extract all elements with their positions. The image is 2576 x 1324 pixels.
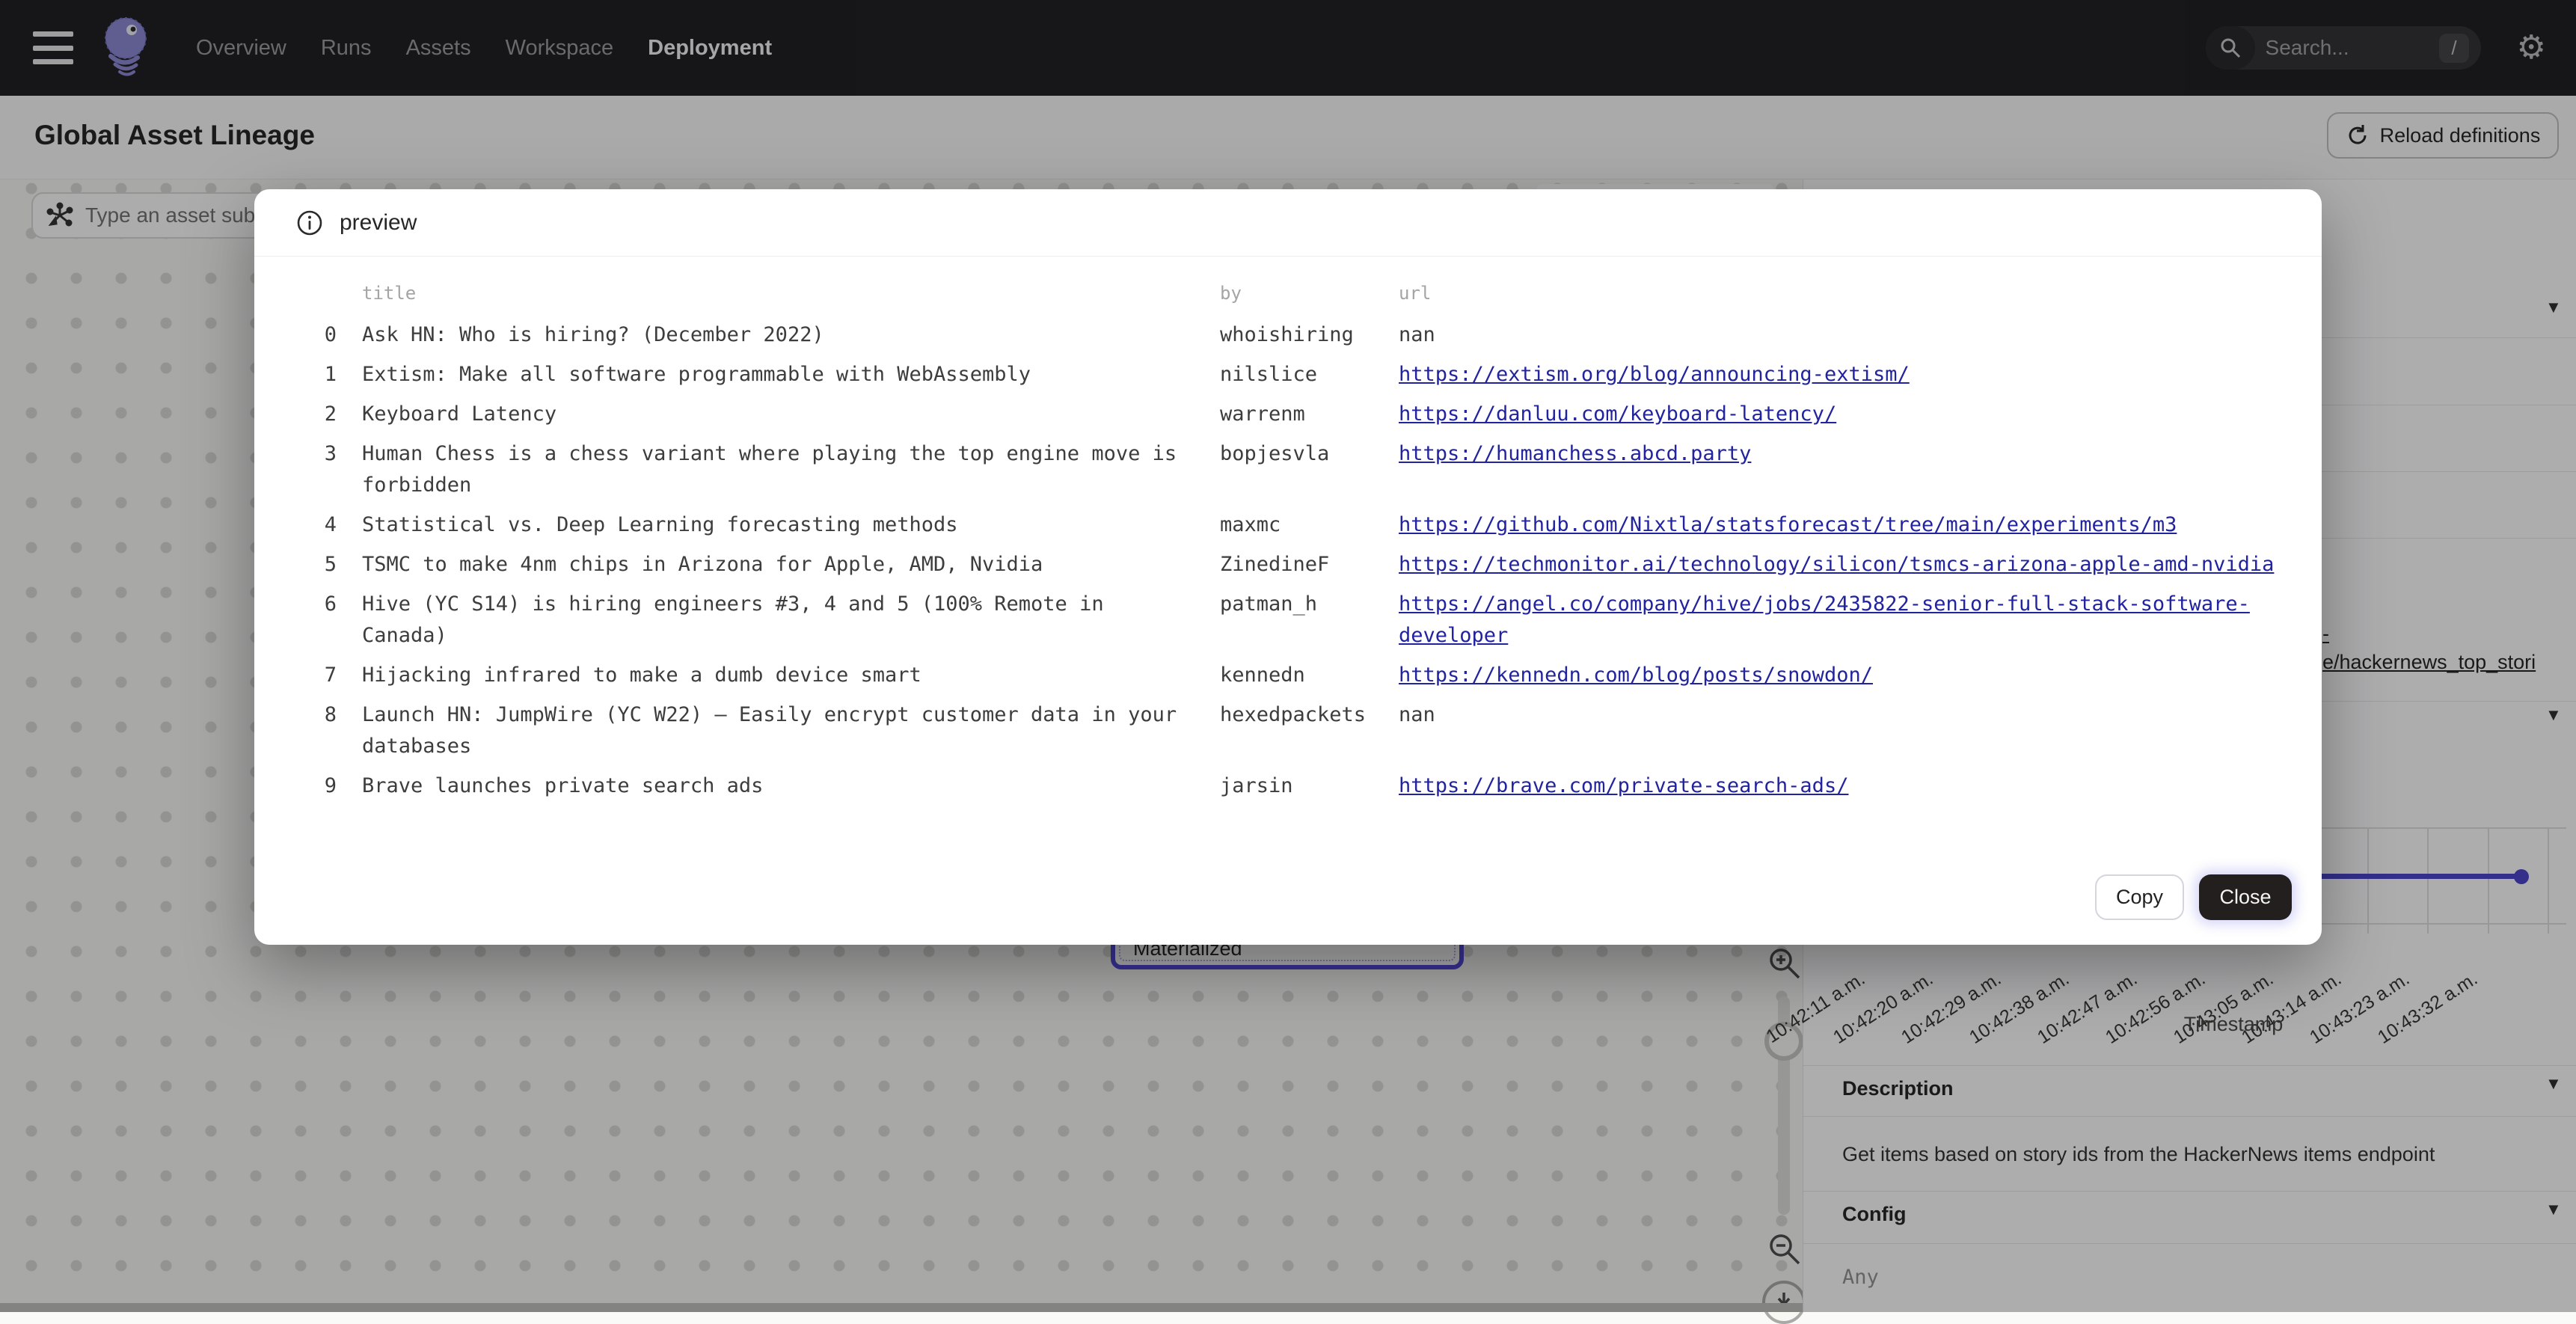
url-link[interactable]: https://techmonitor.ai/technology/silico… xyxy=(1399,553,2274,576)
preview-dialog-header: preview xyxy=(254,189,2322,257)
cell-url: nan xyxy=(1399,319,2319,351)
row-index: 0 xyxy=(281,319,337,351)
cell-title: TSMC to make 4nm chips in Arizona for Ap… xyxy=(362,549,1195,580)
row-index: 3 xyxy=(281,438,337,501)
table-row: 4 Statistical vs. Deep Learning forecasti… xyxy=(254,509,2322,541)
cell-by: bopjesvla xyxy=(1220,438,1373,501)
cell-by: warrenm xyxy=(1220,399,1373,430)
cell-by: nilslice xyxy=(1220,359,1373,390)
cell-title: Ask HN: Who is hiring? (December 2022) xyxy=(362,319,1195,351)
column-header-by: by xyxy=(1220,278,1373,309)
table-row: 6 Hive (YC S14) is hiring engineers #3, 4… xyxy=(254,589,2322,652)
preview-dialog: preview title by url 0 Ask HN: Who is hir… xyxy=(254,189,2322,945)
table-row: 0 Ask HN: Who is hiring? (December 2022) w… xyxy=(254,319,2322,351)
cell-title: Launch HN: JumpWire (YC W22) – Easily en… xyxy=(362,699,1195,762)
row-index: 7 xyxy=(281,660,337,691)
row-index: 4 xyxy=(281,509,337,541)
cell-by: kennedn xyxy=(1220,660,1373,691)
url-link[interactable]: https://danluu.com/keyboard-latency/ xyxy=(1399,402,1836,426)
cell-by: whoishiring xyxy=(1220,319,1373,351)
cell-by: jarsin xyxy=(1220,770,1373,802)
cell-url: https://brave.com/private-search-ads/ xyxy=(1399,770,2319,802)
column-header-title: title xyxy=(362,278,1195,309)
preview-table-header: title by url xyxy=(254,278,2322,309)
cell-url: https://danluu.com/keyboard-latency/ xyxy=(1399,399,2319,430)
column-header-url: url xyxy=(1399,278,2319,309)
cell-url: https://angel.co/company/hive/jobs/24358… xyxy=(1399,589,2319,652)
table-row: 7 Hijacking infrared to make a dumb devic… xyxy=(254,660,2322,691)
cell-url: https://kennedn.com/blog/posts/snowdon/ xyxy=(1399,660,2319,691)
preview-table: title by url 0 Ask HN: Who is hiring? (De… xyxy=(254,278,2322,810)
url-link[interactable]: https://github.com/Nixtla/statsforecast/… xyxy=(1399,513,2177,536)
cell-title: Hijacking infrared to make a dumb device… xyxy=(362,660,1195,691)
cell-title: Hive (YC S14) is hiring engineers #3, 4 … xyxy=(362,589,1195,652)
cell-url: nan xyxy=(1399,699,2319,762)
copy-button[interactable]: Copy xyxy=(2095,874,2184,920)
close-button[interactable]: Close xyxy=(2199,874,2292,920)
cell-title: Statistical vs. Deep Learning forecastin… xyxy=(362,509,1195,541)
url-link[interactable]: https://kennedn.com/blog/posts/snowdon/ xyxy=(1399,663,1873,687)
url-link[interactable]: https://brave.com/private-search-ads/ xyxy=(1399,774,1848,797)
cell-by: hexedpackets xyxy=(1220,699,1373,762)
row-index: 2 xyxy=(281,399,337,430)
row-index: 6 xyxy=(281,589,337,652)
table-row: 8 Launch HN: JumpWire (YC W22) – Easily e… xyxy=(254,699,2322,762)
url-link[interactable]: https://humanchess.abcd.party xyxy=(1399,442,1751,465)
table-row: 1 Extism: Make all software programmable … xyxy=(254,359,2322,390)
row-index: 9 xyxy=(281,770,337,802)
cell-url: https://extism.org/blog/announcing-extis… xyxy=(1399,359,2319,390)
cell-by: patman_h xyxy=(1220,589,1373,652)
table-row: 5 TSMC to make 4nm chips in Arizona for A… xyxy=(254,549,2322,580)
cell-by: maxmc xyxy=(1220,509,1373,541)
url-link[interactable]: https://angel.co/company/hive/jobs/24358… xyxy=(1399,592,2250,647)
table-row: 9 Brave launches private search ads jarsin… xyxy=(254,770,2322,802)
cell-url: https://techmonitor.ai/technology/silico… xyxy=(1399,549,2319,580)
row-index: 1 xyxy=(281,359,337,390)
cell-url: https://humanchess.abcd.party xyxy=(1399,438,2319,501)
table-row: 3 Human Chess is a chess variant where pl… xyxy=(254,438,2322,501)
info-icon xyxy=(296,209,323,236)
cell-title: Keyboard Latency xyxy=(362,399,1195,430)
preview-dialog-title: preview xyxy=(340,210,417,236)
cell-by: ZinedineF xyxy=(1220,549,1373,580)
table-row: 2 Keyboard Latency warrenm https://danluu.c… xyxy=(254,399,2322,430)
cell-url: https://github.com/Nixtla/statsforecast/… xyxy=(1399,509,2319,541)
row-index: 8 xyxy=(281,699,337,762)
cell-title: Human Chess is a chess variant where pla… xyxy=(362,438,1195,501)
cell-title: Extism: Make all software programmable w… xyxy=(362,359,1195,390)
cell-title: Brave launches private search ads xyxy=(362,770,1195,802)
row-index: 5 xyxy=(281,549,337,580)
url-link[interactable]: https://extism.org/blog/announcing-extis… xyxy=(1399,363,1910,386)
